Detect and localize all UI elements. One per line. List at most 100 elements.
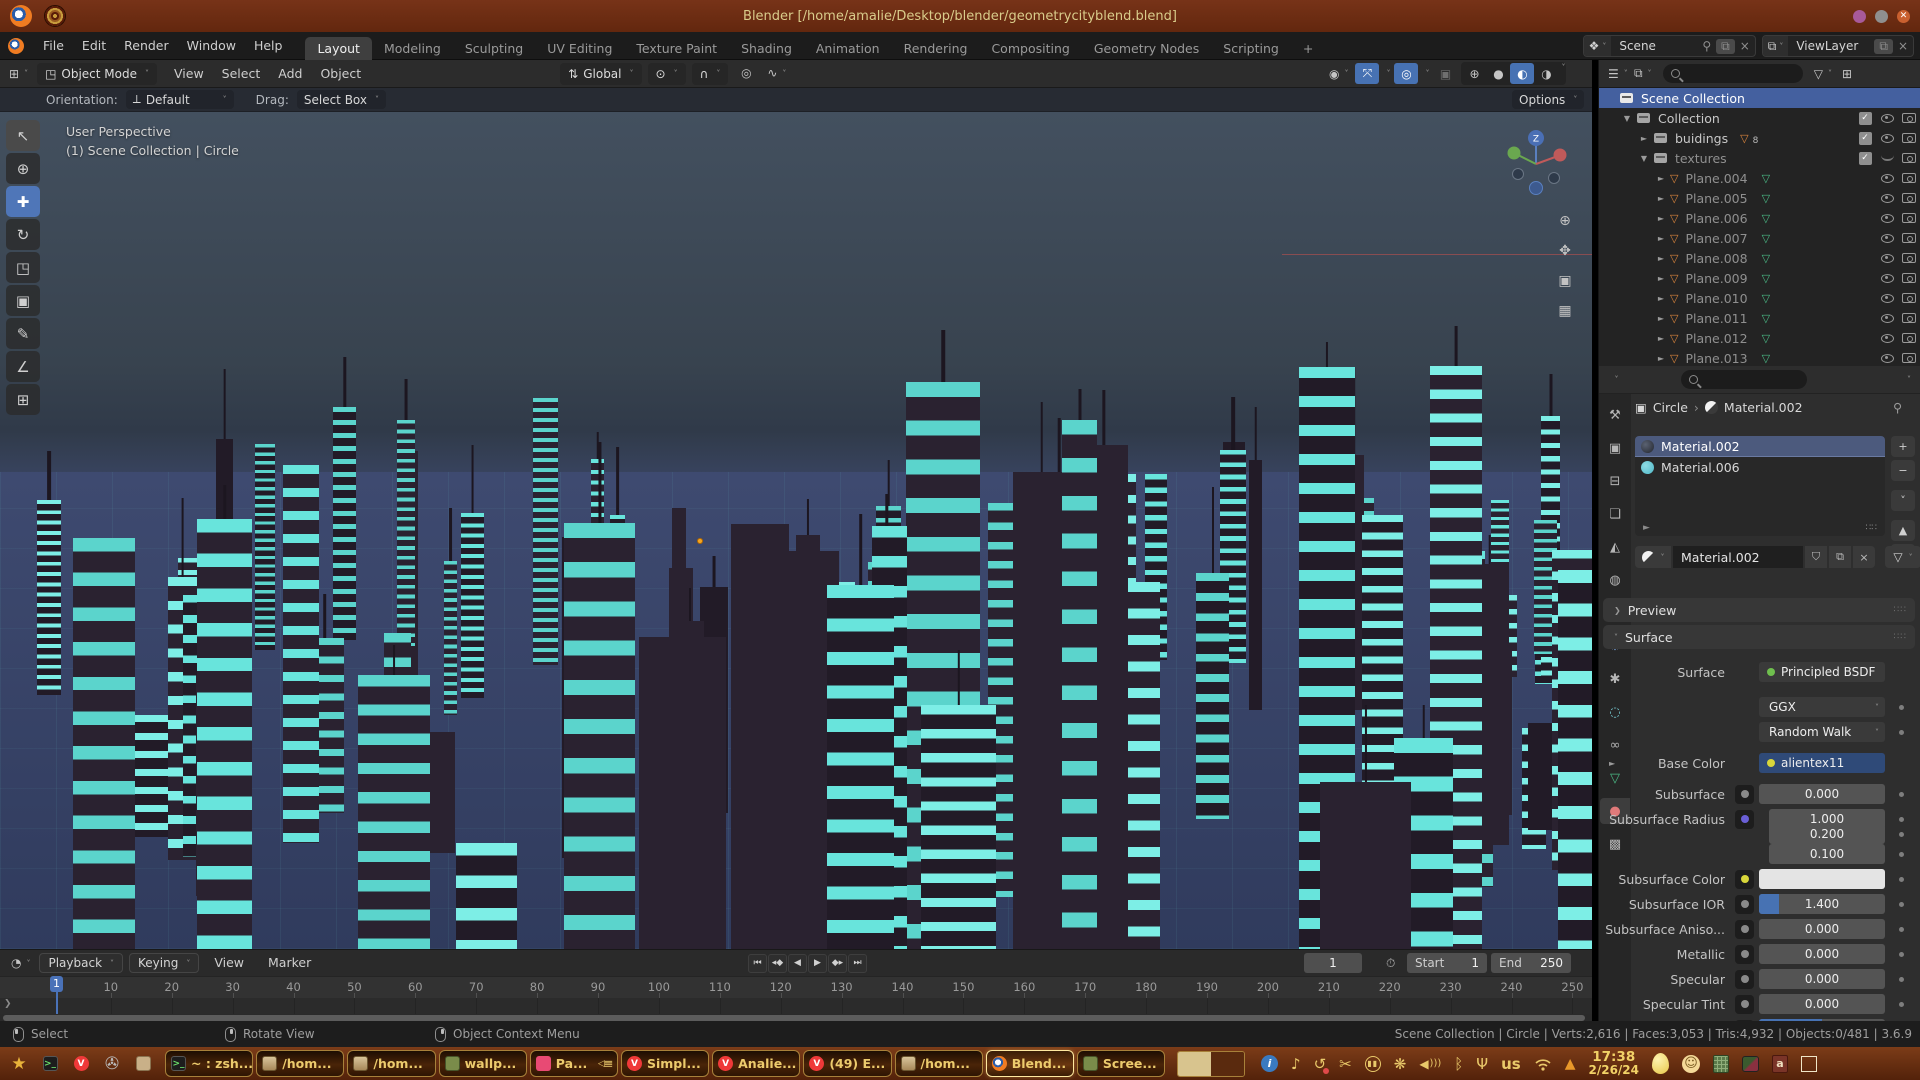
property-field-0-100[interactable]: 0.100 — [1769, 844, 1885, 864]
viewport-menu-view[interactable]: View — [165, 60, 213, 88]
property-field-ggx[interactable]: ˅GGX — [1759, 697, 1885, 717]
drag-dropdown[interactable]: Select Box˅ — [297, 90, 386, 109]
proportional-falloff-dropdown[interactable]: ∿˅ — [764, 63, 789, 84]
keyboard-layout[interactable]: us — [1501, 1055, 1521, 1073]
tab-scripting[interactable]: Scripting — [1211, 37, 1291, 60]
viewlayer-icon[interactable]: ⧉˅ — [1763, 36, 1789, 56]
smiley-icon[interactable]: ☺ — [1682, 1055, 1700, 1073]
tab-uv-editing[interactable]: UV Editing — [535, 37, 624, 60]
outliner-row-plane-012[interactable]: ►▽Plane.012▽ — [1599, 328, 1920, 348]
bluetooth-icon[interactable]: ᛒ — [1454, 1055, 1463, 1073]
properties-tab-view-layer[interactable]: ❏ — [1600, 501, 1630, 527]
editor-type-dropdown[interactable]: ⊞˅ — [6, 63, 31, 84]
outliner-row-plane-005[interactable]: ►▽Plane.005▽ — [1599, 188, 1920, 208]
eye-visibility-icon[interactable] — [1876, 134, 1898, 143]
outliner-row-buidings[interactable]: ►buidings▽8✓ — [1599, 128, 1920, 148]
timeline-track[interactable]: ❯ — [0, 998, 1592, 1014]
books-icon[interactable] — [1742, 1056, 1759, 1072]
eye-visibility-icon[interactable] — [1876, 174, 1898, 183]
calculator-icon[interactable] — [1713, 1055, 1729, 1073]
breadcrumb-data[interactable]: Material.002 — [1724, 400, 1803, 415]
viewlayer-name[interactable]: ViewLayer — [1788, 39, 1874, 53]
new-collection-button[interactable]: ⊞ — [1835, 63, 1859, 84]
outliner-filter-dropdown[interactable]: ▽˅ — [1811, 63, 1835, 84]
blender-menu-icon[interactable] — [8, 38, 24, 54]
workspace-pager[interactable] — [1177, 1051, 1245, 1077]
tab-layout[interactable]: Layout — [305, 37, 372, 60]
scene-name[interactable]: Scene — [1611, 39, 1697, 53]
camera-render-icon[interactable] — [1898, 253, 1920, 263]
menu-help[interactable]: Help — [245, 32, 292, 60]
keyframe-decorator-dot[interactable] — [1899, 1002, 1904, 1007]
socket-toggle[interactable] — [1735, 895, 1754, 914]
scene-unlink-button[interactable]: × — [1735, 39, 1755, 53]
add-slot-button[interactable]: + — [1891, 436, 1915, 457]
usb-icon[interactable]: Ψ — [1476, 1055, 1488, 1073]
taskbar-window-simpl-[interactable]: VSimpl... — [621, 1050, 709, 1077]
frame-start-field[interactable]: Start1 — [1407, 953, 1487, 973]
tool-move[interactable]: ✚ — [6, 186, 40, 217]
taskbar-window-pa-[interactable]: Pa...◁𝄙 — [530, 1050, 618, 1077]
visibility-dropdown[interactable]: ◉˅ — [1326, 63, 1351, 84]
scene-pin-icon[interactable]: ⚲ — [1697, 39, 1716, 53]
taskbar-window--hom-[interactable]: /hom... — [347, 1050, 435, 1077]
keyframe-decorator-dot[interactable] — [1899, 705, 1904, 710]
taskbar-window--zsh-[interactable]: >_~ : zsh... — [165, 1050, 253, 1077]
eye-visibility-icon[interactable] — [1876, 194, 1898, 203]
disclosure-down-icon[interactable]: ▼ — [1622, 114, 1632, 123]
disclosure-right-icon[interactable]: ► — [1656, 254, 1666, 263]
menu-render[interactable]: Render — [115, 32, 178, 60]
package-launcher[interactable] — [131, 1052, 155, 1076]
vivaldi-launcher[interactable]: V — [69, 1052, 93, 1076]
play-reverse-button[interactable]: ◀ — [788, 954, 807, 973]
breadcrumb-object[interactable]: Circle — [1653, 400, 1688, 415]
caution-triangle-icon[interactable]: ▲ — [1565, 1056, 1576, 1072]
copy-material-button[interactable]: ⧉ — [1829, 546, 1851, 568]
outliner-row-plane-009[interactable]: ►▽Plane.009▽ — [1599, 268, 1920, 288]
nodetree-dropdown[interactable]: ▽˅ — [1885, 546, 1920, 568]
shading-solid-button[interactable]: ● — [1486, 63, 1510, 84]
taskbar-window-blend-[interactable]: Blend... — [986, 1050, 1074, 1077]
tab-texture-paint[interactable]: Texture Paint — [624, 37, 729, 60]
eye-visibility-icon[interactable] — [1876, 234, 1898, 243]
tool-annotate[interactable]: ✎ — [6, 318, 40, 349]
viewlayer-new-button[interactable]: ⧉ — [1874, 39, 1893, 54]
tab--[interactable]: + — [1291, 37, 1325, 60]
properties-tab-output[interactable]: ⊟ — [1600, 468, 1630, 494]
material-slot-material-002[interactable]: Material.002 — [1635, 436, 1885, 457]
socket-toggle[interactable] — [1735, 785, 1754, 804]
viewport-menu-select[interactable]: Select — [213, 60, 270, 88]
outliner-row-collection[interactable]: ▼Collection✓ — [1599, 108, 1920, 128]
outliner-row-plane-004[interactable]: ►▽Plane.004▽ — [1599, 168, 1920, 188]
keyframe-decorator-dot[interactable] — [1899, 730, 1904, 735]
properties-tab-scene[interactable]: ◭ — [1600, 534, 1630, 560]
menu-window[interactable]: Window — [178, 32, 245, 60]
camera-render-icon[interactable] — [1898, 133, 1920, 143]
material-browse-dropdown[interactable]: ˅ — [1635, 546, 1671, 568]
overlays-dropdown[interactable]: ˅ — [1425, 69, 1429, 78]
clock[interactable]: 17:382/26/24 — [1588, 1051, 1639, 1077]
timeline-ruler[interactable]: 1020304050607080901001101201301401501601… — [0, 976, 1592, 998]
keyframe-decorator-dot[interactable] — [1899, 792, 1904, 797]
scene-selector[interactable]: ❖˅ Scene ⚲ ⧉ × — [1583, 35, 1756, 57]
eye-visibility-icon[interactable] — [1876, 114, 1898, 123]
eye-visibility-icon[interactable] — [1876, 254, 1898, 263]
menu-edit[interactable]: Edit — [73, 32, 115, 60]
property-field-subsurface-ior[interactable]: 1.400 — [1759, 894, 1885, 914]
tab-rendering[interactable]: Rendering — [892, 37, 980, 60]
navigation-gizmo[interactable]: Z — [1498, 126, 1574, 202]
eye-visibility-icon[interactable] — [1876, 274, 1898, 283]
keyframe-decorator-dot[interactable] — [1899, 902, 1904, 907]
taskbar-window-scree-[interactable]: Scree... — [1077, 1050, 1165, 1077]
transform-orientation-dropdown[interactable]: ⇅ Global˅ — [560, 63, 641, 85]
pivot-point-dropdown[interactable]: ⊙˅ — [648, 63, 686, 85]
taskbar-window-analie-[interactable]: VAnalie... — [712, 1050, 800, 1077]
scene-icon[interactable]: ❖˅ — [1584, 36, 1612, 56]
current-frame-field[interactable]: 1 — [1304, 953, 1362, 973]
outliner-row-scene-collection[interactable]: Scene Collection — [1599, 88, 1920, 108]
outliner-display-mode-dropdown[interactable]: ⧉˅ — [1631, 63, 1655, 84]
property-field-specular[interactable]: 0.000 — [1759, 969, 1885, 989]
shading-dropdown[interactable]: ˅ — [1561, 63, 1565, 84]
music-icon[interactable]: ♪ — [1291, 1055, 1301, 1073]
dictionary-icon[interactable]: a — [1772, 1055, 1788, 1073]
